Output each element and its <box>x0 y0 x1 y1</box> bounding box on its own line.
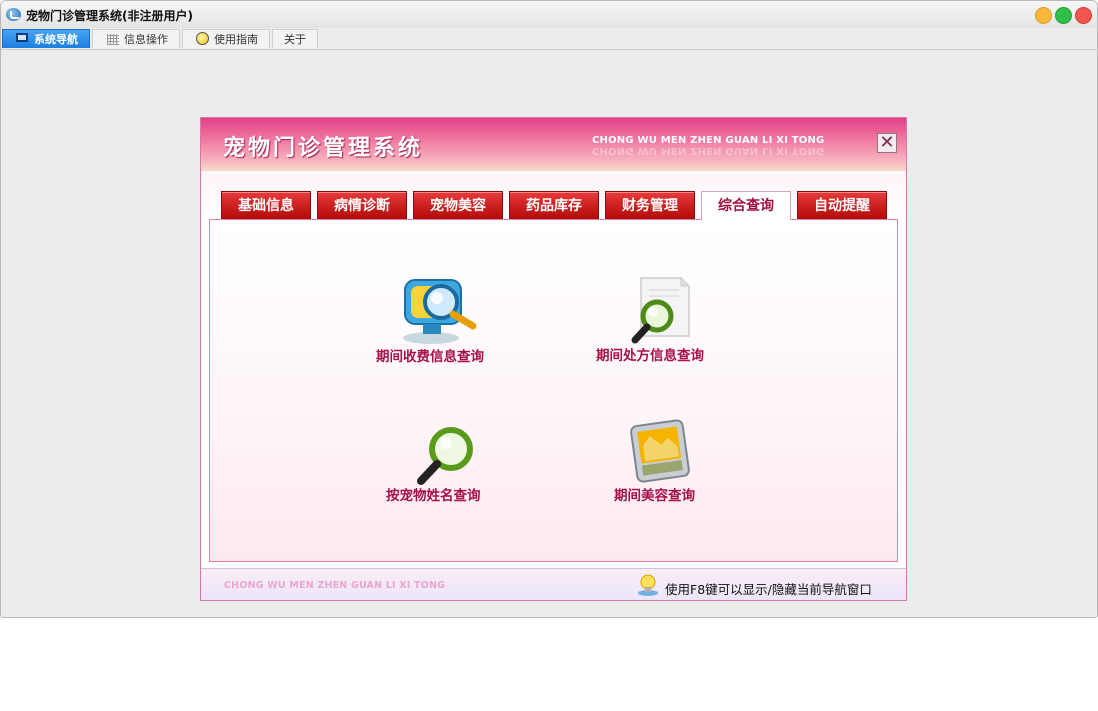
tab-label: 系统导航 <box>34 33 78 46</box>
tab-label: 使用指南 <box>214 33 258 46</box>
title-bar[interactable]: 宠物门诊管理系统(非注册用户) <box>1 1 1097 28</box>
magnifier-icon[interactable] <box>413 425 477 487</box>
panel-header: 宠物门诊管理系统 CHONG WU MEN ZHEN GUAN LI XI TO… <box>201 118 906 171</box>
close-button[interactable] <box>1075 7 1092 24</box>
query-by-pet-name[interactable]: 按宠物姓名查询 <box>386 484 481 504</box>
query-period-charges[interactable]: 期间收费信息查询 <box>376 345 484 365</box>
app-logo-icon <box>6 8 21 21</box>
document-search-icon[interactable] <box>627 276 693 346</box>
monitor-icon <box>16 33 28 42</box>
tab-basic-info[interactable]: 基础信息 <box>221 191 311 220</box>
tab-auto-reminder[interactable]: 自动提醒 <box>797 191 887 220</box>
tab-pet-grooming[interactable]: 宠物美容 <box>413 191 503 220</box>
tab-diagnosis[interactable]: 病情诊断 <box>317 191 407 220</box>
panel-subtitle-reflection: CHONG WU MEN ZHEN GUAN LI XI TONG <box>592 145 825 156</box>
tab-system-navigation[interactable]: 系统导航 <box>2 29 90 48</box>
monitor-search-icon[interactable] <box>397 274 481 346</box>
tab-user-guide[interactable]: 使用指南 <box>182 29 270 48</box>
tab-label: 信息操作 <box>124 33 168 46</box>
footer-hint: 使用F8键可以显示/隐藏当前导航窗口 <box>665 582 872 597</box>
window-tab-bar: 系统导航 信息操作 使用指南 关于 <box>1 28 1097 50</box>
photo-frame-icon[interactable] <box>628 419 694 485</box>
window-title: 宠物门诊管理系统(非注册用户) <box>26 9 193 23</box>
grid-icon <box>107 34 119 45</box>
navigation-panel: 宠物门诊管理系统 CHONG WU MEN ZHEN GUAN LI XI TO… <box>200 117 907 601</box>
query-period-grooming[interactable]: 期间美容查询 <box>614 484 695 504</box>
tab-finance[interactable]: 财务管理 <box>605 191 695 220</box>
query-period-prescriptions[interactable]: 期间处方信息查询 <box>596 344 704 364</box>
query-content-area: 期间收费信息查询 期间处方信息查询 按宠物姓名查询 期间美容查询 <box>209 219 898 562</box>
tab-info-operation[interactable]: 信息操作 <box>92 29 180 48</box>
bulb-icon <box>196 32 209 45</box>
tab-label: 关于 <box>284 33 306 46</box>
tab-comprehensive-query[interactable]: 综合查询 <box>701 191 791 221</box>
panel-footer: CHONG WU MEN ZHEN GUAN LI XI TONG 使用F8键可… <box>201 568 906 600</box>
maximize-button[interactable] <box>1055 7 1072 24</box>
panel-close-button[interactable]: ✕ <box>877 133 897 153</box>
tab-about[interactable]: 关于 <box>272 29 318 48</box>
lightbulb-icon <box>638 574 658 596</box>
minimize-button[interactable] <box>1035 7 1052 24</box>
panel-body: 基础信息 病情诊断 宠物美容 药品库存 财务管理 综合查询 自动提醒 期间收费信… <box>201 171 906 568</box>
tab-drug-inventory[interactable]: 药品库存 <box>509 191 599 220</box>
panel-title: 宠物门诊管理系统 <box>223 136 424 161</box>
footer-pinyin: CHONG WU MEN ZHEN GUAN LI XI TONG <box>224 580 446 591</box>
